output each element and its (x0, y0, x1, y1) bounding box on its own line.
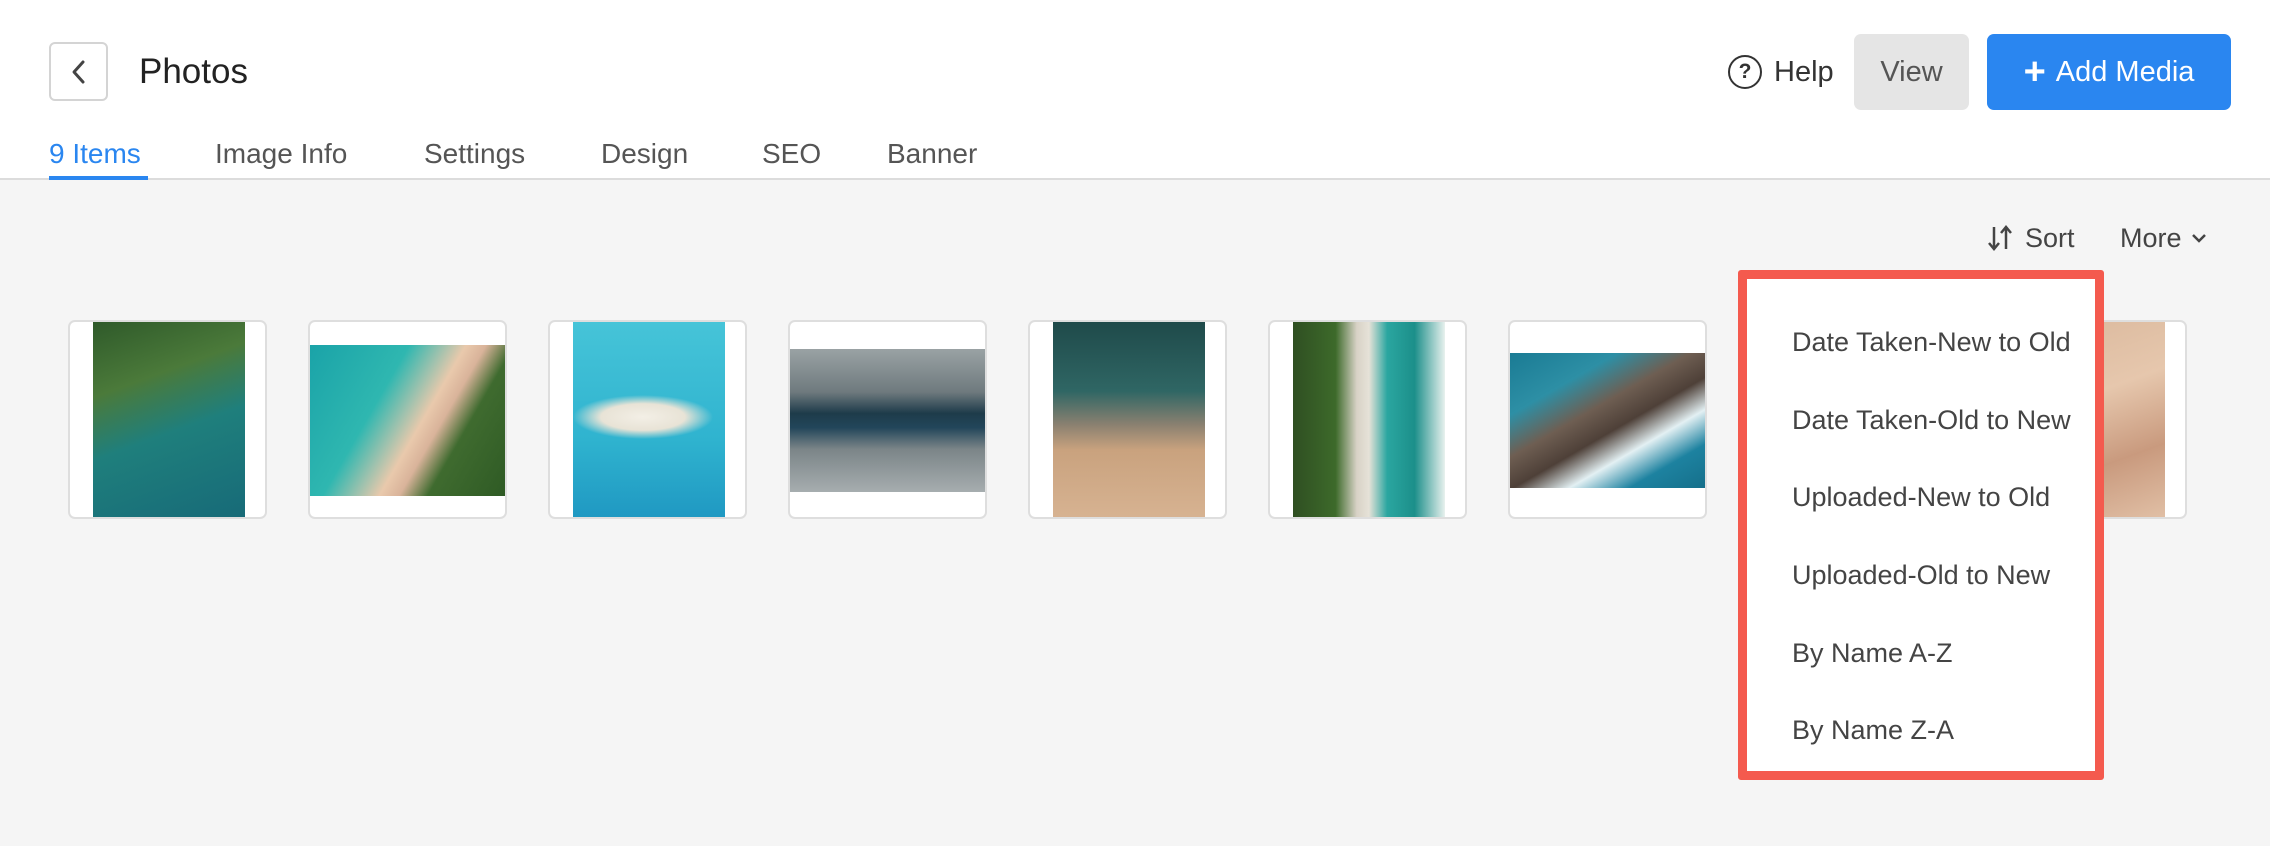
tab-seo[interactable]: SEO (762, 134, 821, 174)
sort-option-uploaded-old-new[interactable]: Uploaded-Old to New (1792, 557, 2050, 593)
plus-icon: + (2023, 51, 2046, 93)
tab-settings[interactable]: Settings (424, 134, 525, 174)
tab-items[interactable]: 9 Items (49, 134, 141, 174)
chevron-down-icon (2191, 234, 2206, 243)
sort-arrows-icon (1988, 225, 2012, 251)
photo-image (1293, 322, 1445, 517)
add-media-label: Add Media (2055, 55, 2195, 88)
photo-image (1053, 322, 1205, 517)
media-thumbnail[interactable] (1508, 320, 1707, 519)
more-label: More (2120, 222, 2182, 253)
photo-image (1510, 353, 1705, 488)
help-label: Help (1774, 55, 1834, 88)
help-circle-icon: ? (1728, 55, 1762, 89)
media-thumbnail[interactable] (1268, 320, 1467, 519)
photo-image (790, 349, 985, 492)
back-button[interactable] (49, 42, 108, 101)
photo-image (310, 345, 505, 496)
media-thumbnail[interactable] (548, 320, 747, 519)
sort-button[interactable]: Sort (1985, 218, 2075, 258)
tab-image-info[interactable]: Image Info (215, 134, 347, 174)
active-tab-indicator (49, 176, 148, 180)
sort-option-date-taken-old-new[interactable]: Date Taken-Old to New (1792, 402, 2071, 438)
media-thumbnail[interactable] (308, 320, 507, 519)
media-thumbnail[interactable] (1028, 320, 1227, 519)
add-media-button[interactable]: + Add Media (1987, 34, 2231, 110)
chevron-left-icon (72, 60, 84, 83)
photo-image (93, 322, 245, 517)
view-button[interactable]: View (1854, 34, 1969, 110)
media-thumbnail[interactable] (788, 320, 987, 519)
page-title: Photos (139, 52, 248, 91)
sort-option-name-z-a[interactable]: By Name Z-A (1792, 712, 1954, 748)
more-button[interactable]: More (2120, 218, 2208, 258)
sort-option-uploaded-new-old[interactable]: Uploaded-New to Old (1792, 479, 2050, 515)
top-bar: Photos ? Help View + Add Media 9 Items I… (0, 0, 2270, 180)
sort-label: Sort (2025, 222, 2075, 253)
sort-option-date-taken-new-old[interactable]: Date Taken-New to Old (1792, 324, 2071, 360)
media-thumbnail[interactable] (68, 320, 267, 519)
sort-option-name-a-z[interactable]: By Name A-Z (1792, 635, 1953, 671)
photo-image (573, 322, 725, 517)
sort-dropdown-menu: Date Taken-New to Old Date Taken-Old to … (1738, 270, 2104, 780)
help-button[interactable]: ? Help (1728, 50, 1834, 94)
tab-banner[interactable]: Banner (887, 134, 977, 174)
tab-design[interactable]: Design (601, 134, 688, 174)
